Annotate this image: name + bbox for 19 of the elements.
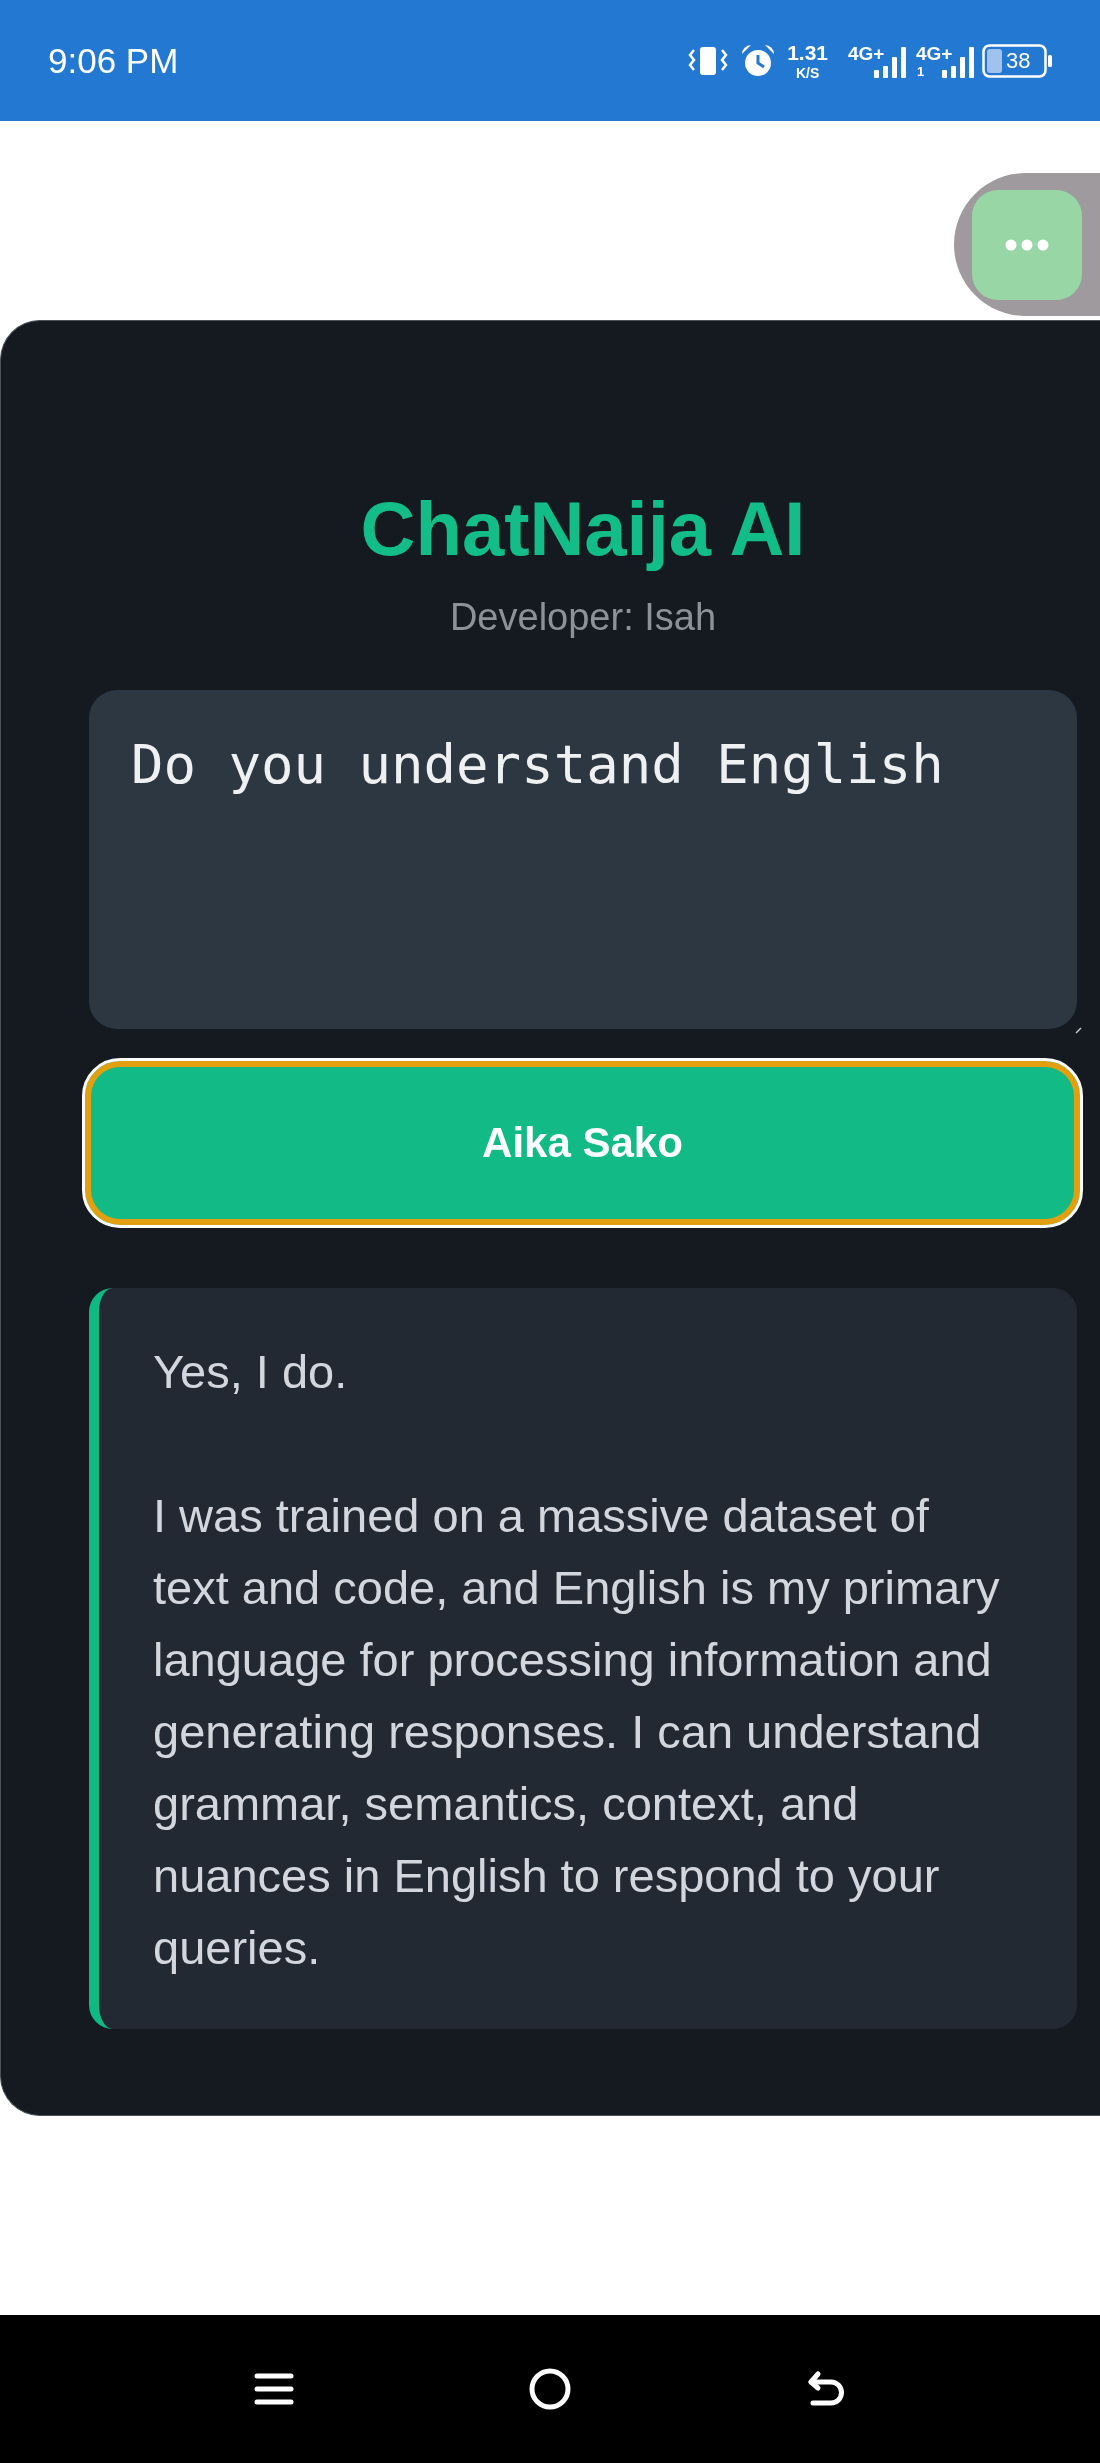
vibrate-icon xyxy=(688,45,729,76)
message-input[interactable]: Do you understand English xyxy=(89,690,1077,1029)
network-speed-text: 1.31 xyxy=(787,41,828,63)
alarm-clock-icon xyxy=(741,43,776,78)
home-icon[interactable] xyxy=(529,2368,571,2410)
battery-icon xyxy=(982,43,1052,78)
edge-panel-handle[interactable] xyxy=(954,173,1100,316)
response-paragraph: I was trained on a massive dataset of text and code, and English is my primary language for processing information and generating responses. I can understand grammar, semantics, context, and nuances in English to respond to your queries. xyxy=(153,1488,1001,1976)
response-paragraph: Yes, I do. xyxy=(153,1344,349,1400)
sim-slot-label: 1 xyxy=(917,64,925,78)
network-type-label: 4G+ xyxy=(848,43,885,63)
network-type-label: 4G+ xyxy=(916,43,953,63)
status-time: 9:06 PM xyxy=(48,43,179,78)
more-button[interactable] xyxy=(972,189,1082,300)
more-dots-icon xyxy=(1005,238,1049,251)
network-speed-unit: K/S xyxy=(795,65,820,80)
developer-credit: Developer: Isah xyxy=(449,598,717,636)
battery-level-text: 38 xyxy=(1006,49,1031,72)
resize-grip-icon[interactable] xyxy=(1075,1027,1082,1034)
